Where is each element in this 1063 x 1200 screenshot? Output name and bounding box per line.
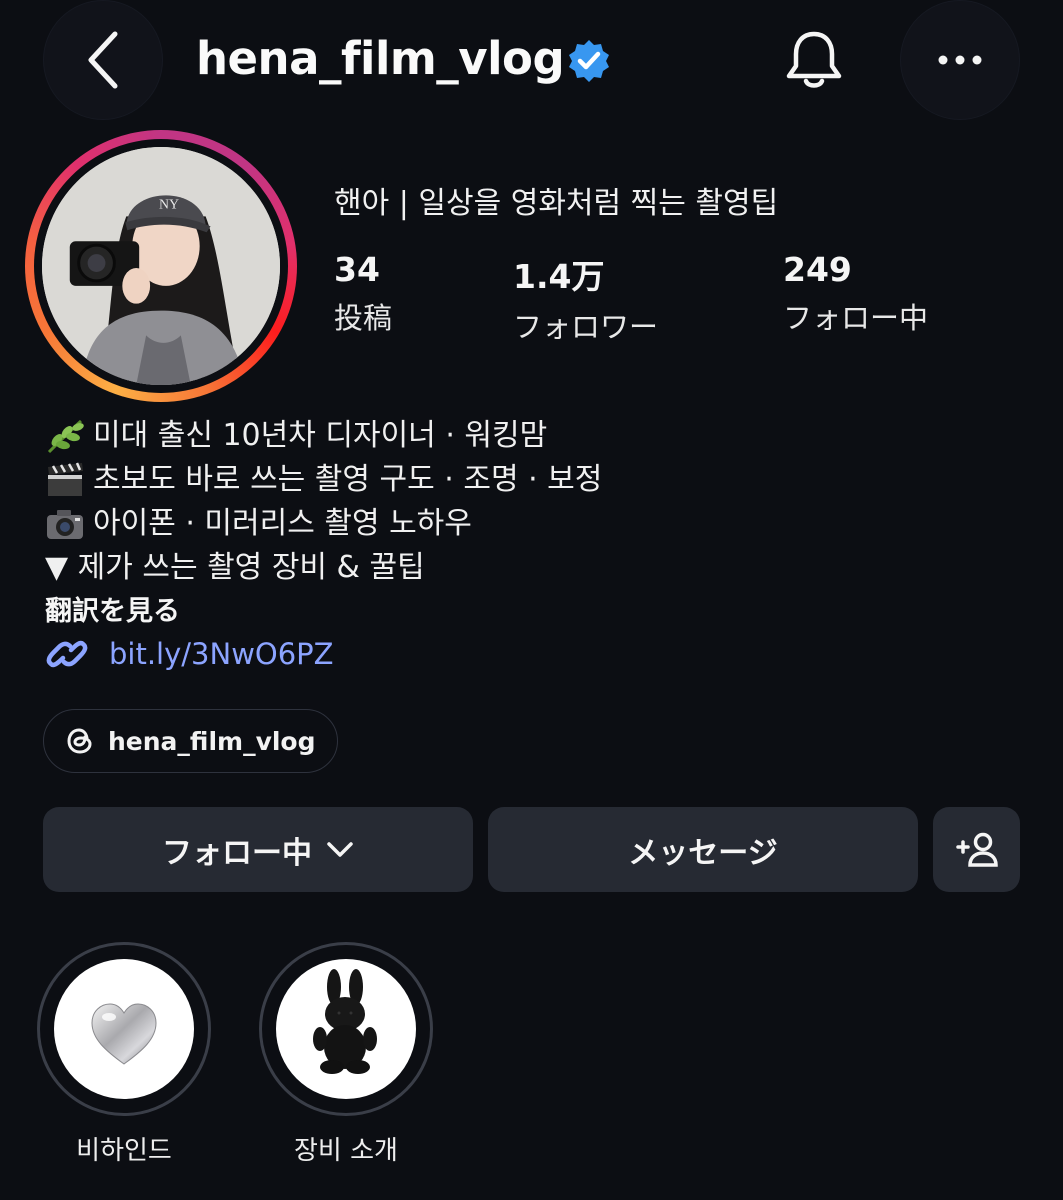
verified-badge-icon <box>569 40 609 82</box>
threads-icon <box>67 728 92 754</box>
highlight-ring <box>37 942 211 1116</box>
black-bunny-plush-icon <box>276 959 416 1099</box>
profile-username-title: hena_film_vlog <box>196 32 565 85</box>
stat-following[interactable]: 249 フォロー中 <box>783 250 928 337</box>
following-label: フォロー中 <box>783 301 929 335</box>
highlight-item[interactable]: 장비 소개 <box>259 942 433 1167</box>
highlight-item[interactable]: 비하인드 <box>37 942 211 1167</box>
silver-heart-icon <box>54 959 194 1099</box>
bio-link-text: bit.ly/3NwO6PZ <box>109 637 334 671</box>
chevron-down-icon <box>327 841 353 857</box>
bio-link[interactable]: bit.ly/3NwO6PZ <box>45 632 334 676</box>
highlight-label: 비하인드 <box>76 1136 172 1166</box>
posts-label: 投稿 <box>334 301 393 335</box>
bio-line: 미대 출신 10년차 디자이너 · 워킹맘 <box>45 414 602 458</box>
see-translation-link[interactable]: 翻訳を見る <box>45 590 602 634</box>
bell-icon[interactable] <box>784 28 844 92</box>
message-button-label: メッセージ <box>628 835 778 871</box>
herb-icon <box>45 418 89 454</box>
clapperboard-icon <box>45 462 89 498</box>
bio-text: 초보도 바로 쓰는 촬영 구도 · 조명 · 보정 <box>93 462 603 497</box>
following-count: 249 <box>783 250 852 289</box>
display-name: 핸아 | 일상을 영화처럼 찍는 촬영팁 <box>334 186 779 221</box>
bio-line: 아이폰 · 미러리스 촬영 노하우 <box>45 502 602 546</box>
message-button[interactable]: メッセージ <box>488 807 918 892</box>
bio-text: ▼ 제가 쓰는 촬영 장비 & 꿀팁 <box>45 550 425 585</box>
bio: 미대 출신 10년차 디자이너 · 워킹맘 초보도 바로 쓰는 촬영 구도 · … <box>45 414 602 634</box>
avatar-photo: NY <box>42 147 280 385</box>
stat-posts[interactable]: 34 投稿 <box>334 250 392 337</box>
back-button[interactable] <box>43 0 163 120</box>
profile-page: hena_film_vlog NY 핸아 | 일상을 영화처럼 찍는 촬영팁 3… <box>0 0 1063 1200</box>
story-ring[interactable]: NY <box>25 130 297 402</box>
suggest-users-button[interactable] <box>933 807 1020 892</box>
bio-text: 미대 출신 10년차 디자이너 · 워킹맘 <box>93 418 548 453</box>
highlight-label: 장비 소개 <box>294 1136 398 1166</box>
followers-count: 1.4万 <box>513 257 605 296</box>
posts-count: 34 <box>334 250 380 289</box>
following-button-label: フォロー中 <box>162 835 312 871</box>
chevron-left-icon <box>88 31 118 89</box>
bio-text: 아이폰 · 미러리스 촬영 노하우 <box>93 506 472 541</box>
more-horizontal-icon <box>938 55 982 65</box>
threads-username: hena_film_vlog <box>108 726 316 756</box>
more-options-button[interactable] <box>900 0 1020 120</box>
highlight-ring <box>259 942 433 1116</box>
link-icon <box>46 640 88 668</box>
bio-line: ▼ 제가 쓰는 촬영 장비 & 꿀팁 <box>45 546 602 590</box>
avatar: NY <box>42 147 280 385</box>
camera-icon <box>45 506 89 542</box>
stat-followers[interactable]: 1.4万 フォロワー <box>513 250 658 346</box>
add-person-icon <box>955 832 998 867</box>
svg-text:NY: NY <box>159 197 179 212</box>
bio-line: 초보도 바로 쓰는 촬영 구도 · 조명 · 보정 <box>45 458 602 502</box>
following-button[interactable]: フォロー中 <box>43 807 473 892</box>
threads-profile-chip[interactable]: hena_film_vlog <box>43 709 338 773</box>
followers-label: フォロワー <box>513 310 659 344</box>
